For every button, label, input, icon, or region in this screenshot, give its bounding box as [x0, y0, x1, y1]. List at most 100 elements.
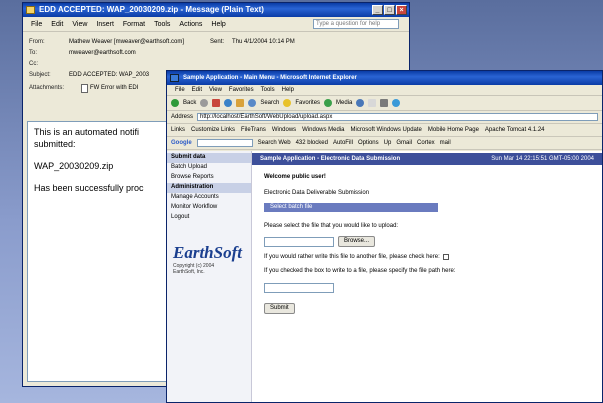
google-search-button[interactable]: Search Web [258, 140, 291, 146]
google-toolbar: Google Search Web 432 blocked AutoFill O… [167, 137, 602, 150]
google-autofill[interactable]: AutoFill [333, 140, 353, 146]
menu-file[interactable]: File [31, 21, 42, 28]
menu-actions[interactable]: Actions [179, 21, 202, 28]
stop-icon[interactable] [212, 99, 221, 107]
minimize-button[interactable]: _ [372, 5, 383, 15]
back-icon[interactable] [171, 99, 179, 107]
ie-menu-tools[interactable]: Tools [261, 87, 275, 93]
envelope-icon [26, 6, 35, 14]
home-icon[interactable] [236, 99, 245, 107]
google-cortex[interactable]: Cortex [417, 140, 435, 146]
ie-menu-edit[interactable]: Edit [192, 87, 202, 93]
menu-insert[interactable]: Insert [96, 21, 114, 28]
ie-menu-favorites[interactable]: Favorites [229, 87, 254, 93]
email-title: EDD ACCEPTED: WAP_20030209.zip - Message… [39, 5, 264, 14]
email-menubar: File Edit View Insert Format Tools Actio… [23, 17, 409, 32]
from-row: From: Mathew Weaver [mweaver@earthsoft.c… [23, 36, 409, 47]
write-file-prompt: If you would rather write this file to a… [264, 254, 440, 260]
ie-menu-file[interactable]: File [175, 87, 185, 93]
sidebar-item-browse-reports[interactable]: Browse Reports [167, 173, 251, 183]
app-header-bar: Sample Application - Electronic Data Sub… [252, 153, 602, 165]
link-4[interactable]: Microsoft Windows Update [351, 127, 422, 133]
close-button[interactable]: × [396, 5, 407, 15]
menu-edit[interactable]: Edit [51, 21, 63, 28]
link-2[interactable]: Windows [272, 127, 296, 133]
browser-window: Sample Application - Main Menu - Microso… [166, 70, 603, 403]
menu-help[interactable]: Help [211, 21, 225, 28]
main-panel: Sample Application - Electronic Data Sub… [252, 151, 602, 402]
search-label[interactable]: Search [260, 100, 279, 106]
help-search-input[interactable]: Type a question for help [313, 19, 399, 29]
history-icon[interactable] [356, 99, 365, 107]
address-input[interactable]: http://localhost/EarthSoft/WebUpload/upl… [197, 113, 598, 121]
address-label: Address [171, 114, 194, 120]
cc-row: Cc: [23, 58, 409, 69]
page-content: Submit data Batch Upload Browse Reports … [167, 151, 602, 402]
attachment-item[interactable]: FW Error with EDI [81, 83, 139, 93]
mail-icon[interactable] [368, 99, 377, 107]
menu-view[interactable]: View [72, 21, 87, 28]
sidebar: Submit data Batch Upload Browse Reports … [167, 151, 252, 402]
write-file-checkbox[interactable] [442, 254, 449, 260]
sent-value: Thu 4/1/2004 10:14 PM [232, 38, 295, 45]
link-1[interactable]: FileTrans [241, 127, 266, 133]
link-5[interactable]: Mobile Home Page [428, 127, 479, 133]
sidebar-header-administration: Administration [167, 183, 251, 193]
from-label: From: [29, 38, 45, 45]
edit-icon[interactable] [392, 99, 401, 107]
cc-label: Cc: [29, 60, 38, 67]
to-label: To: [29, 49, 38, 56]
output-path-input[interactable] [264, 283, 334, 293]
search-icon[interactable] [248, 99, 257, 107]
menu-tools[interactable]: Tools [154, 21, 170, 28]
subject-value: EDD ACCEPTED: WAP_2003 [69, 71, 150, 78]
file-path-input[interactable] [264, 236, 334, 247]
google-logo: Google [171, 140, 192, 146]
sidebar-item-batch-upload[interactable]: Batch Upload [167, 163, 251, 173]
google-options[interactable]: Options [358, 140, 379, 146]
ie-menu-view[interactable]: View [209, 87, 222, 93]
app-header-title: Sample Application - Electronic Data Sub… [260, 156, 401, 162]
favorites-icon[interactable] [283, 99, 292, 107]
browser-titlebar[interactable]: Sample Application - Main Menu - Microso… [167, 71, 602, 85]
print-icon[interactable] [380, 99, 389, 107]
submit-button[interactable]: Submit [264, 303, 295, 314]
menu-format[interactable]: Format [123, 21, 145, 28]
back-label[interactable]: Back [183, 100, 196, 106]
subject-label: Subject: [29, 71, 51, 78]
welcome-text: Welcome public user! [264, 174, 326, 180]
link-6[interactable]: Apache Tomcat 4.1.24 [485, 127, 545, 133]
browser-title: Sample Application - Main Menu - Microso… [183, 75, 357, 81]
ie-menu-help[interactable]: Help [282, 87, 294, 93]
google-gmail[interactable]: Gmail [396, 140, 412, 146]
media-icon[interactable] [324, 99, 333, 107]
google-up[interactable]: Up [384, 140, 392, 146]
sent-label: Sent: [210, 38, 225, 45]
links-label: Links [171, 127, 186, 133]
email-titlebar[interactable]: EDD ACCEPTED: WAP_20030209.zip - Message… [23, 3, 409, 17]
link-3[interactable]: Windows Media [302, 127, 344, 133]
favorites-label[interactable]: Favorites [295, 100, 320, 106]
sidebar-item-monitor-workflow[interactable]: Monitor Workflow [167, 203, 251, 213]
google-search-input[interactable] [196, 139, 253, 147]
maximize-button[interactable]: □ [384, 5, 395, 15]
browse-button[interactable]: Browse... [338, 236, 376, 247]
media-label[interactable]: Media [336, 100, 352, 106]
link-0[interactable]: Customize Links [191, 127, 235, 133]
attachment-name: FW Error with EDI [90, 85, 139, 91]
popup-blocked-label[interactable]: 432 blocked [296, 140, 328, 146]
page-subtitle: Electronic Data Deliverable Submission [264, 190, 370, 196]
app-header-date: Sun Mar 14 22:15:51 GMT-05:00 2004 [491, 156, 594, 162]
section-bar: Select batch file [264, 203, 438, 212]
ie-icon [170, 74, 179, 82]
path-prompt: If you checked the box to write to a fil… [264, 268, 456, 274]
sidebar-item-logout[interactable]: Logout [167, 213, 251, 223]
address-bar: Address http://localhost/EarthSoft/WebUp… [167, 111, 602, 124]
google-mail[interactable]: mail [440, 140, 451, 146]
ie-standard-toolbar: Back Search Favorites Media [167, 96, 602, 111]
links-bar: Links Customize Links FileTrans Windows … [167, 124, 602, 137]
refresh-icon[interactable] [224, 99, 233, 107]
sidebar-item-manage-accounts[interactable]: Manage Accounts [167, 193, 251, 203]
browser-menubar: File Edit View Favorites Tools Help [167, 85, 602, 96]
forward-icon[interactable] [200, 99, 209, 107]
